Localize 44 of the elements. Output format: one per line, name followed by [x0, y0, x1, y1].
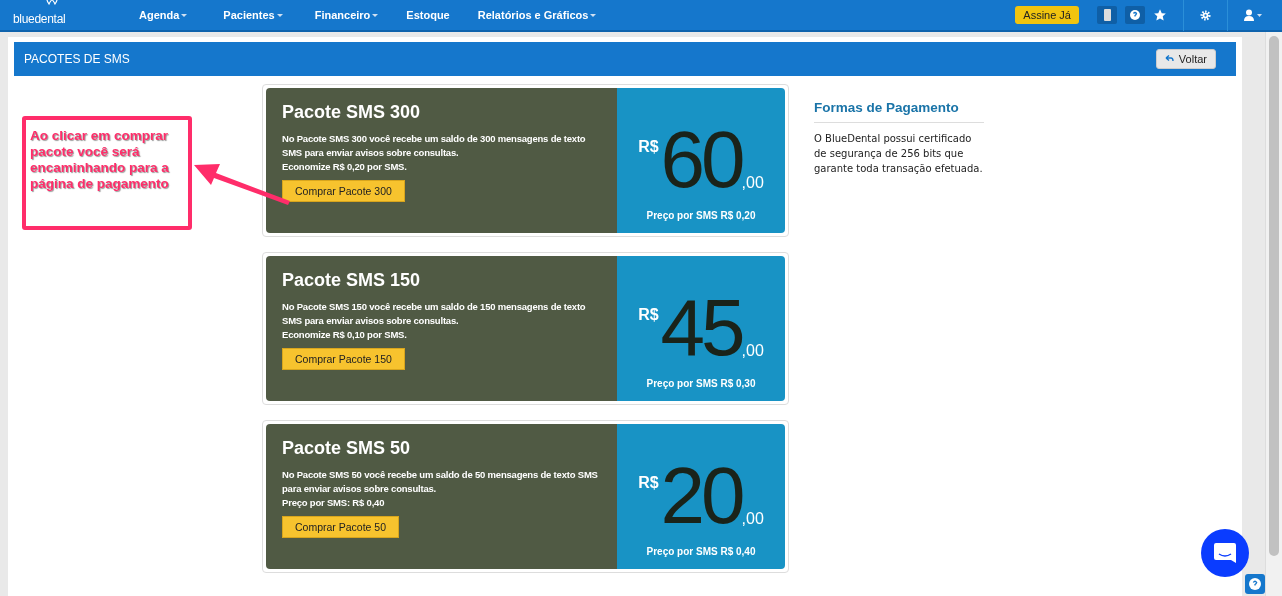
menu-item[interactable]: Agenda	[128, 9, 199, 21]
settings-icon[interactable]	[1200, 9, 1211, 21]
help-icon[interactable]	[1245, 574, 1265, 594]
price-cents: ,00	[741, 342, 764, 360]
document-icon[interactable]	[1097, 6, 1117, 24]
buy-button[interactable]: Comprar Pacote 300	[282, 180, 405, 202]
payment-description: O BlueDental possui certificado de segurança de 256 bits que garante toda transação efetuada.	[814, 132, 984, 176]
menu-item[interactable]: Pacientes	[212, 9, 294, 21]
unit-price: Preço por SMS R$ 0,30	[646, 378, 756, 389]
package-note: Economize R$ 0,10 por SMS.	[282, 328, 408, 342]
unit-price: Preço por SMS R$ 0,20	[646, 210, 756, 221]
package-note: Economize R$ 0,20 por SMS.	[282, 160, 408, 174]
section-title: Formas de Pagamento	[814, 100, 984, 123]
package-description: No Pacote SMS 50 você recebe um saldo de 50 mensagens de texto SMS para enviar avisos sobre consultas.	[282, 468, 599, 496]
menu-item[interactable]: Relatórios e Gráficos	[466, 9, 608, 21]
subscribe-button[interactable]: Assine Já	[1015, 6, 1079, 24]
price-cents: ,00	[741, 510, 764, 528]
help-icon[interactable]	[1125, 6, 1145, 24]
buy-button[interactable]: Comprar Pacote 50	[282, 516, 400, 538]
star-icon[interactable]	[1153, 8, 1167, 22]
package-description: No Pacote SMS 300 você recebe um saldo de 300 mensagens de texto SMS para enviar avisos sobre consultas.	[282, 132, 587, 160]
back-button[interactable]: Voltar	[1155, 49, 1216, 69]
package-title: Pacote SMS 50	[282, 438, 412, 459]
currency: R$	[638, 306, 659, 324]
package-title: Pacote SMS 150	[282, 270, 422, 291]
price-cents: ,00	[741, 174, 764, 192]
price: 60	[660, 116, 742, 204]
price: 20	[660, 452, 742, 540]
user-icon[interactable]	[1244, 9, 1264, 21]
buy-button[interactable]: Comprar Pacote 150	[282, 348, 405, 370]
unit-price: Preço por SMS R$ 0,40	[646, 546, 756, 557]
menu-item[interactable]: Financeiro	[303, 9, 390, 21]
logo[interactable]: bluedental	[13, 12, 66, 26]
currency: R$	[638, 138, 659, 156]
annotation-text: Ao clicar em comprar pacote você será encaminhando para a página de pagamento	[30, 128, 170, 192]
page-title: PACOTES DE SMS	[24, 52, 130, 66]
chat-icon[interactable]	[1201, 529, 1249, 577]
package-description: No Pacote SMS 150 você recebe um saldo de 150 mensagens de texto SMS para enviar avisos sobre consultas.	[282, 300, 587, 328]
currency: R$	[638, 474, 659, 492]
package-note: Preço por SMS: R$ 0,40	[282, 496, 386, 510]
menu-item[interactable]: Estoque	[395, 9, 461, 21]
price: 45	[660, 284, 742, 372]
undo-icon	[1164, 55, 1174, 63]
package-title: Pacote SMS 300	[282, 102, 422, 123]
